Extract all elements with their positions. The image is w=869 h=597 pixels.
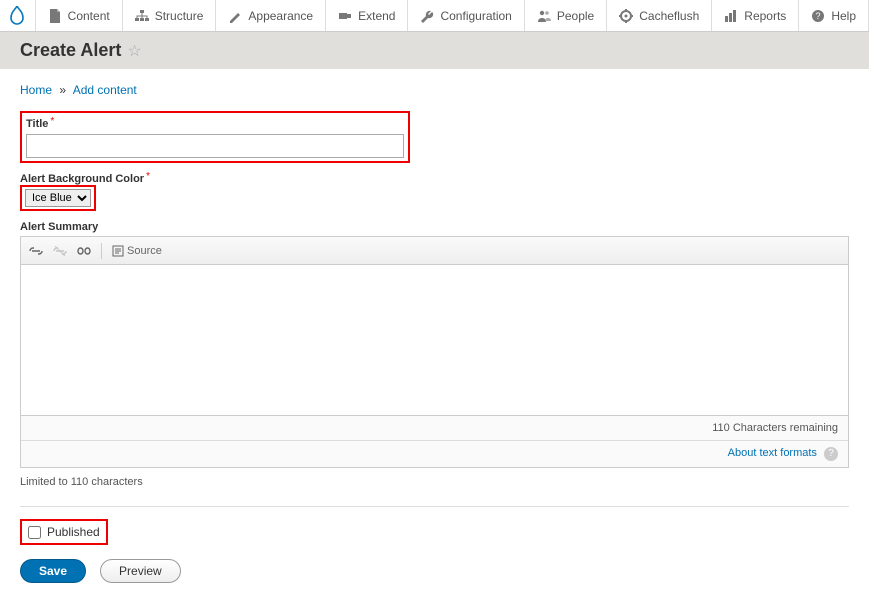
drupal-logo-icon[interactable] bbox=[0, 0, 36, 31]
toolbar-configuration[interactable]: Configuration bbox=[408, 0, 524, 31]
published-label[interactable]: Published bbox=[47, 525, 100, 539]
admin-toolbar: Content Structure Appearance Extend Conf… bbox=[0, 0, 869, 32]
toolbar-people[interactable]: People bbox=[525, 0, 607, 31]
published-checkbox[interactable] bbox=[28, 526, 41, 539]
source-button[interactable]: Source bbox=[112, 245, 162, 257]
toolbar-label: Cacheflush bbox=[639, 9, 699, 23]
toolbar-label: Reports bbox=[744, 9, 786, 23]
divider bbox=[20, 506, 849, 507]
extend-icon bbox=[338, 9, 352, 23]
svg-text:?: ? bbox=[816, 11, 821, 21]
required-icon: * bbox=[146, 171, 150, 182]
people-icon bbox=[537, 9, 551, 23]
toolbar-label: Configuration bbox=[440, 9, 511, 23]
toolbar-content[interactable]: Content bbox=[36, 0, 123, 31]
toolbar-label: Content bbox=[68, 9, 110, 23]
help-icon: ? bbox=[811, 9, 825, 23]
appearance-icon bbox=[228, 9, 242, 23]
breadcrumb-add-content[interactable]: Add content bbox=[73, 83, 137, 97]
breadcrumb-sep: » bbox=[59, 83, 66, 97]
title-label: Title bbox=[26, 118, 48, 130]
bgcolor-label: Alert Background Color bbox=[20, 173, 144, 185]
structure-icon bbox=[135, 9, 149, 23]
breadcrumb-home[interactable]: Home bbox=[20, 83, 52, 97]
form-actions: Save Preview bbox=[20, 559, 849, 583]
toolbar-reports[interactable]: Reports bbox=[712, 0, 799, 31]
alert-summary-editor: Source 110 Characters remaining About te… bbox=[20, 236, 849, 468]
about-text-formats-link[interactable]: About text formats bbox=[728, 447, 817, 459]
page-header: Create Alert ☆ bbox=[0, 32, 869, 69]
required-icon: * bbox=[50, 116, 54, 127]
unlink-icon[interactable] bbox=[53, 246, 67, 256]
help-circle-icon[interactable]: ? bbox=[824, 447, 838, 461]
toolbar-label: Appearance bbox=[248, 9, 313, 23]
published-field-highlight: Published bbox=[20, 519, 108, 545]
toolbar-divider bbox=[101, 243, 102, 259]
reports-icon bbox=[724, 9, 738, 23]
bgcolor-select[interactable]: Ice Blue bbox=[25, 189, 91, 207]
star-icon[interactable]: ☆ bbox=[127, 41, 141, 61]
bgcolor-field-highlight: Ice Blue bbox=[20, 185, 96, 211]
toolbar-label: Help bbox=[831, 9, 856, 23]
title-field-highlight: Title* bbox=[20, 111, 410, 163]
toolbar-structure[interactable]: Structure bbox=[123, 0, 217, 31]
toolbar-extend[interactable]: Extend bbox=[326, 0, 408, 31]
editor-toolbar: Source bbox=[21, 237, 848, 265]
preview-button[interactable]: Preview bbox=[100, 559, 181, 583]
summary-label: Alert Summary bbox=[20, 221, 849, 233]
limit-note: Limited to 110 characters bbox=[20, 476, 849, 488]
save-button[interactable]: Save bbox=[20, 559, 86, 583]
page-title: Create Alert bbox=[20, 40, 121, 61]
content-icon bbox=[48, 9, 62, 23]
anchor-icon[interactable] bbox=[77, 247, 91, 255]
title-input[interactable] bbox=[26, 134, 404, 158]
toolbar-help[interactable]: ? Help bbox=[799, 0, 869, 31]
link-icon[interactable] bbox=[29, 247, 43, 255]
toolbar-appearance[interactable]: Appearance bbox=[216, 0, 326, 31]
breadcrumb: Home » Add content bbox=[20, 83, 849, 97]
toolbar-label: Structure bbox=[155, 9, 204, 23]
toolbar-label: People bbox=[557, 9, 594, 23]
chars-remaining: 110 Characters remaining bbox=[21, 415, 848, 440]
toolbar-cacheflush[interactable]: Cacheflush bbox=[607, 0, 712, 31]
editor-textarea[interactable] bbox=[21, 265, 848, 415]
configuration-icon bbox=[420, 9, 434, 23]
cacheflush-icon bbox=[619, 9, 633, 23]
toolbar-label: Extend bbox=[358, 9, 395, 23]
